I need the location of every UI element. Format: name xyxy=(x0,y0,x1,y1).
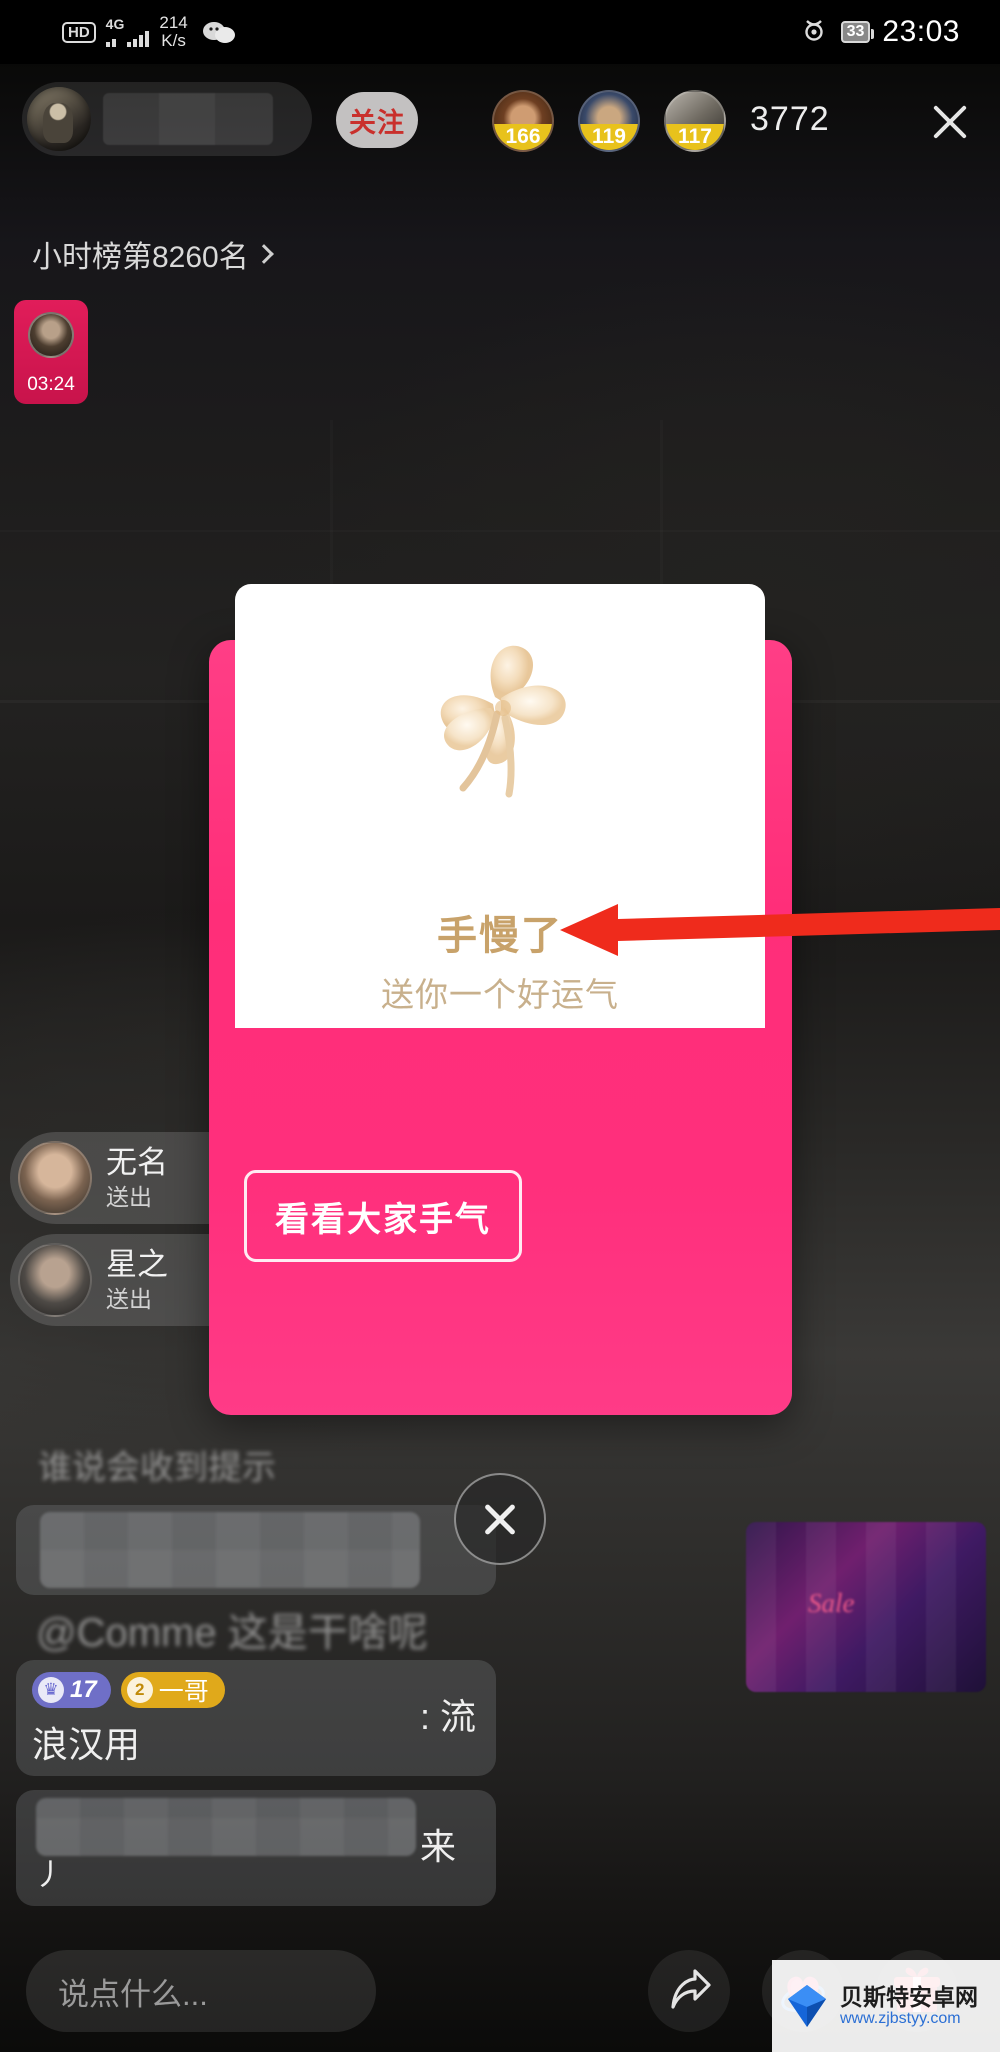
crown-icon: ♛ xyxy=(38,1677,64,1703)
chat-message-body: 丿 xyxy=(34,1859,64,1892)
site-name: 贝斯特安卓网 xyxy=(840,1983,978,2010)
site-watermark-text: 贝斯特安卓网 www.zjbstyy.com xyxy=(840,1984,978,2029)
red-packet-modal: 手慢了 送你一个好运气 看看大家手气 xyxy=(0,0,1000,2052)
live-stream-screen: HD 4G 214 K/s 33 23:03 关注 166 119 117 37… xyxy=(0,0,1000,2052)
chat-message-body: 浪汉用 xyxy=(32,1724,141,1765)
see-others-luck-label: 看看大家手气 xyxy=(275,1200,491,1239)
close-icon[interactable] xyxy=(454,1473,546,1565)
fan-club-icon: 2 xyxy=(126,1677,153,1703)
site-url: www.zjbstyy.com xyxy=(840,2010,961,2028)
red-packet-paper xyxy=(235,584,765,1028)
chat-message-tail: : 流 xyxy=(420,1696,477,1737)
chat-input-placeholder: 说点什么... xyxy=(58,1976,208,2012)
site-logo-icon xyxy=(788,1985,826,2027)
fan-club-badge: 2 一哥 xyxy=(120,1672,225,1708)
site-watermark: 贝斯特安卓网 www.zjbstyy.com xyxy=(772,1960,1000,2052)
red-packet-title: 手慢了 xyxy=(437,914,563,958)
share-button[interactable] xyxy=(648,1950,730,2032)
four-leaf-clover-icon xyxy=(440,645,566,798)
red-packet-subtitle: 送你一个好运气 xyxy=(381,976,619,1013)
fan-club-name: 一哥 xyxy=(158,1678,209,1706)
chat-user-badges: ♛ 17 2 一哥 xyxy=(32,1672,225,1708)
level-badge: ♛ 17 xyxy=(32,1672,111,1708)
share-icon xyxy=(671,1969,711,2009)
see-others-luck-button[interactable]: 看看大家手气 xyxy=(244,1170,522,1262)
chat-message-tail: 来 xyxy=(420,1826,457,1867)
level-badge-value: 17 xyxy=(70,1676,97,1703)
chat-input[interactable]: 说点什么... xyxy=(26,1950,376,2032)
bottom-toolbar: 说点什么... 贝斯特安卓网 www.zjbstyy.com xyxy=(0,1930,1000,2052)
